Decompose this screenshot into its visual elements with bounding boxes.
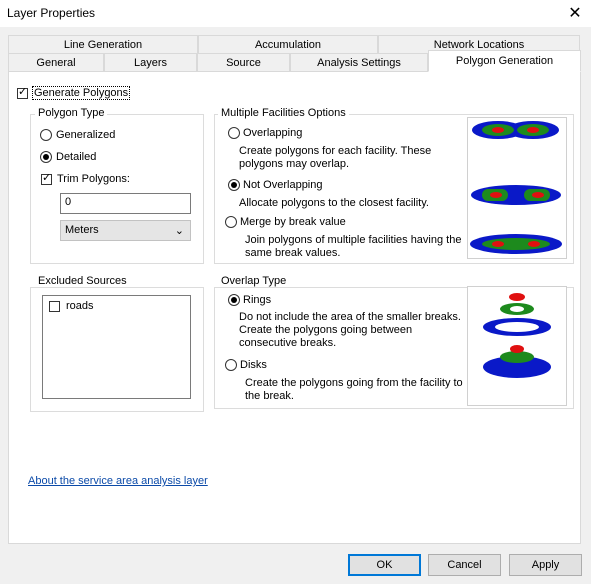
trim-polygons-label: Trim Polygons: xyxy=(57,173,130,185)
tab-label: Source xyxy=(226,56,261,69)
generate-polygons-label: Generate Polygons xyxy=(32,86,131,100)
tab-label: Network Locations xyxy=(433,38,525,51)
generate-polygons-checkbox[interactable] xyxy=(17,86,28,99)
list-item: roads xyxy=(66,300,94,312)
tab-general[interactable]: General xyxy=(8,53,104,71)
facility-red-shape xyxy=(528,241,540,247)
tab-accumulation[interactable]: Accumulation xyxy=(198,35,378,53)
detailed-label: Detailed xyxy=(56,151,97,163)
merge-by-break-radio[interactable] xyxy=(225,216,237,228)
ring-red-shape xyxy=(509,293,525,301)
tab-source[interactable]: Source xyxy=(197,53,290,71)
about-service-area-link[interactable]: About the service area analysis layer xyxy=(28,475,208,487)
facility-red-shape xyxy=(527,127,539,133)
merge-by-break-label: Merge by break value xyxy=(240,216,346,228)
tab-panel: Generate Polygons Polygon Type Generaliz… xyxy=(8,71,581,544)
trim-units-value: Meters xyxy=(65,224,99,236)
detailed-radio[interactable] xyxy=(40,151,52,163)
dialog-title: Layer Properties xyxy=(7,6,96,20)
tab-layers[interactable]: Layers xyxy=(104,53,197,71)
overlapping-description: Create polygons for each facility. These… xyxy=(239,145,432,170)
rings-radio[interactable] xyxy=(228,294,240,306)
excluded-sources-title: Excluded Sources xyxy=(35,275,130,287)
overlap-type-title: Overlap Type xyxy=(218,275,290,287)
not-overlapping-label: Not Overlapping xyxy=(243,179,323,191)
generalized-radio[interactable] xyxy=(40,129,52,141)
generalized-label: Generalized xyxy=(56,129,116,141)
overlapping-radio[interactable] xyxy=(228,127,240,139)
trim-distance-input[interactable]: 0 xyxy=(60,193,191,214)
ok-button[interactable]: OK xyxy=(348,554,421,576)
disk-red-shape xyxy=(510,345,524,353)
facility-red-shape xyxy=(492,241,504,247)
tab-label: Analysis Settings xyxy=(317,56,401,69)
not-overlapping-radio[interactable] xyxy=(228,179,240,191)
overlap-illustration-svg xyxy=(483,293,551,378)
tab-polygon-generation[interactable]: Polygon Generation xyxy=(428,50,581,72)
multiple-facilities-title: Multiple Facilities Options xyxy=(218,107,349,119)
tab-label: General xyxy=(36,56,76,69)
overlapping-label: Overlapping xyxy=(243,127,303,139)
ring-hole-shape xyxy=(495,322,539,332)
facility-red-shape xyxy=(492,127,504,133)
ring-hole-shape xyxy=(510,306,524,312)
close-icon[interactable]: ✕ xyxy=(561,1,589,25)
facility-red-shape xyxy=(490,192,502,198)
title-bar: Layer Properties ✕ xyxy=(0,0,591,27)
trim-polygons-checkbox[interactable] xyxy=(41,172,52,185)
facilities-illustration-svg xyxy=(470,121,562,254)
layer-properties-dialog: Layer Properties ✕ Line Generation Accum… xyxy=(0,0,591,584)
chevron-down-icon: ⌄ xyxy=(174,225,184,237)
disks-radio[interactable] xyxy=(225,359,237,371)
facilities-illustration xyxy=(467,117,567,259)
tab-label: Line Generation xyxy=(63,38,143,51)
tab-label: Accumulation xyxy=(254,38,322,51)
roads-checkbox[interactable] xyxy=(49,301,60,312)
rings-label: Rings xyxy=(243,294,272,306)
cancel-button[interactable]: Cancel xyxy=(428,554,501,576)
tab-analysis-settings[interactable]: Analysis Settings xyxy=(290,53,428,71)
trim-units-select[interactable]: Meters ⌄ xyxy=(60,220,191,241)
disks-description: Create the polygons going from the facil… xyxy=(245,377,463,402)
polygon-type-title: Polygon Type xyxy=(35,107,108,119)
not-overlapping-description: Allocate polygons to the closest facilit… xyxy=(239,197,429,209)
tab-line-generation[interactable]: Line Generation xyxy=(8,35,198,53)
excluded-sources-list[interactable]: roads xyxy=(42,295,191,399)
apply-button[interactable]: Apply xyxy=(509,554,582,576)
rings-description: Do not include the area of the smaller b… xyxy=(239,311,461,349)
overlap-illustration xyxy=(467,286,567,406)
facility-red-shape xyxy=(532,192,544,198)
disks-label: Disks xyxy=(240,359,267,371)
tab-label: Layers xyxy=(133,56,168,69)
tab-label: Polygon Generation xyxy=(455,55,554,67)
merge-by-break-description: Join polygons of multiple facilities hav… xyxy=(245,234,462,259)
